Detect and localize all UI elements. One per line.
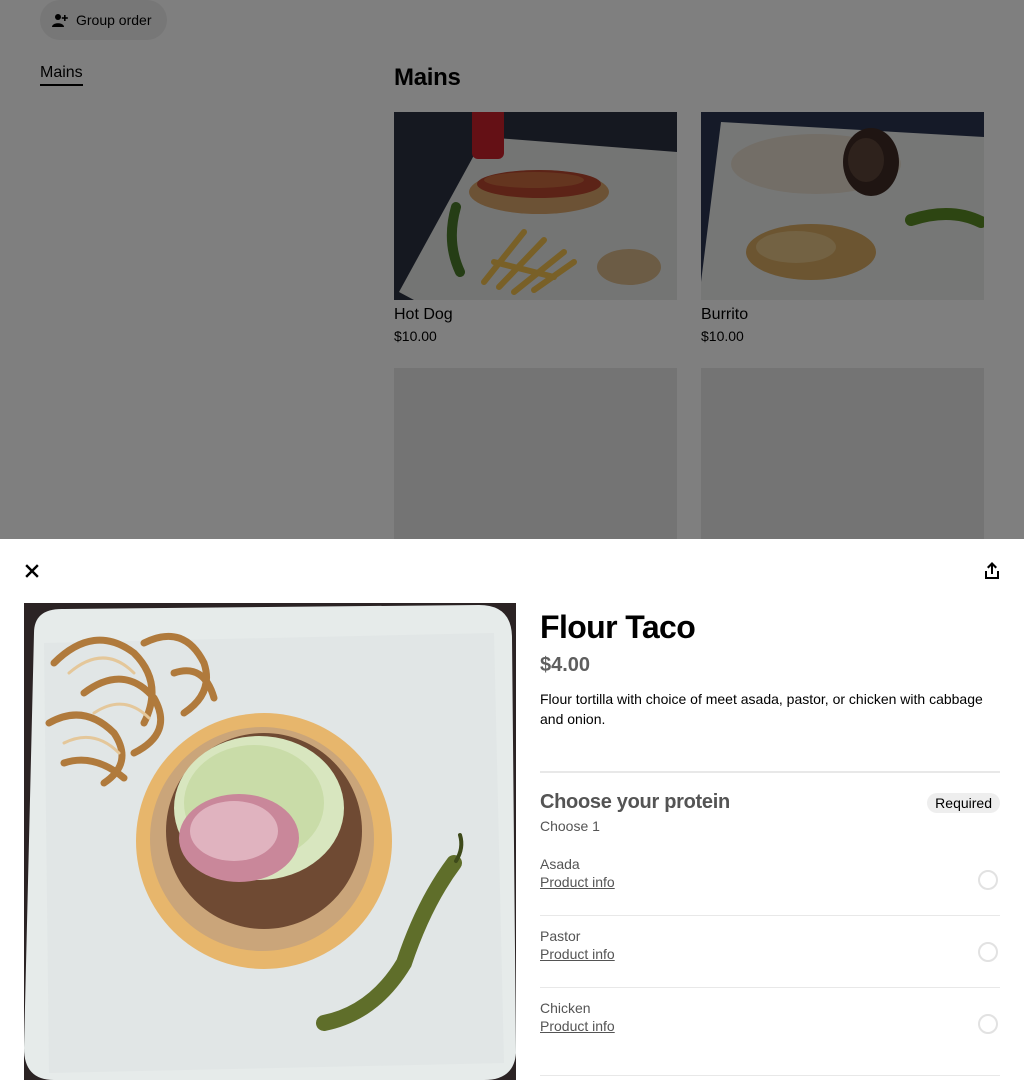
- item-description: Flour tortilla with choice of meet asada…: [540, 691, 983, 727]
- product-info-link[interactable]: Product info: [540, 874, 615, 890]
- close-icon: [25, 564, 39, 578]
- product-info-link[interactable]: Product info: [540, 946, 615, 962]
- radio-button[interactable]: [978, 1014, 998, 1034]
- option-name: Pastor: [540, 928, 581, 944]
- option-group-subtitle: Choose 1: [540, 818, 600, 834]
- option-pastor[interactable]: Pastor Product info: [540, 916, 1000, 988]
- option-asada[interactable]: Asada Product info: [540, 844, 1000, 916]
- product-info-link[interactable]: Product info: [540, 1018, 615, 1034]
- required-badge: Required: [927, 792, 1000, 813]
- divider: [540, 771, 1000, 773]
- item-image: [24, 603, 516, 1080]
- share-icon: [985, 562, 999, 579]
- close-button[interactable]: [16, 555, 48, 587]
- option-chicken[interactable]: Chicken Product info: [540, 988, 1000, 1076]
- item-modal: Flour Taco $4.00 Flour tortilla with cho…: [0, 539, 1024, 1080]
- option-name: Asada: [540, 856, 580, 872]
- option-list: Asada Product info Pastor Product info C…: [540, 844, 1000, 1076]
- option-name: Chicken: [540, 1000, 591, 1016]
- option-group-header: Choose your protein Required: [540, 791, 1000, 814]
- item-title: Flour Taco: [540, 609, 696, 645]
- item-details: Flour Taco $4.00 Flour tortilla with cho…: [540, 603, 1000, 1076]
- radio-button[interactable]: [978, 870, 998, 890]
- radio-button[interactable]: [978, 942, 998, 962]
- option-group-title: Choose your protein: [540, 791, 730, 813]
- item-price: $4.00: [540, 654, 591, 676]
- share-button[interactable]: [976, 555, 1008, 587]
